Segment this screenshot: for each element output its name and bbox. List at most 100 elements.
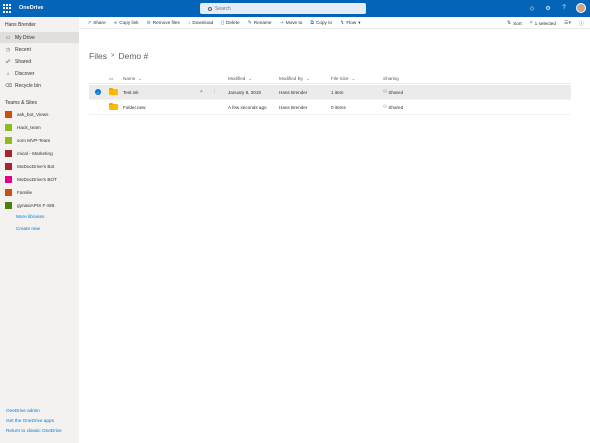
footer-link[interactable]: Get the OneDrive apps xyxy=(6,418,54,423)
search-input[interactable] xyxy=(215,5,335,12)
file-name-link[interactable]: Test.ink xyxy=(123,85,139,99)
site-item[interactable]: MoDocDrive's BOT xyxy=(5,175,57,183)
site-label: Hack_team xyxy=(17,124,41,130)
nav-item-label: Recent xyxy=(15,46,31,53)
footer-link[interactable]: OneDrive admin xyxy=(6,408,40,413)
row-divider xyxy=(89,114,571,115)
site-tile-icon xyxy=(5,162,12,170)
app-launcher-icon[interactable] xyxy=(3,4,12,13)
selection-count-button[interactable]: × 1 selected xyxy=(530,20,556,26)
nav-item-recent[interactable]: ◷ Recent xyxy=(0,44,79,55)
more-actions-icon[interactable]: ⋮ xyxy=(212,85,217,99)
column-header-modified-by[interactable]: Modified By ⌄ xyxy=(279,74,310,83)
chevron-down-icon: ⌄ xyxy=(351,75,356,81)
search-box[interactable] xyxy=(200,3,366,14)
file-size: 1 item xyxy=(331,89,344,95)
suite-bar: OneDrive ◇ ⚙ ? xyxy=(0,0,590,17)
info-icon[interactable]: ⓘ xyxy=(579,20,584,27)
table-row[interactable]: ✓ Test.ink ↗ ⋮ January 8, 2019 Hans Bren… xyxy=(89,85,571,99)
share-button[interactable]: ↗ Share xyxy=(87,20,106,26)
move-to-button[interactable]: ⇢ Move to xyxy=(279,20,302,26)
modified-date: A few seconds ago xyxy=(228,104,267,110)
site-item[interactable]: MoDocDrive's Bot xyxy=(5,162,54,170)
sharing-status[interactable]: ⚇ Shared xyxy=(383,85,403,99)
column-header-modified[interactable]: Modified ⌄ xyxy=(228,74,252,83)
nav-item-label: My Drive xyxy=(15,34,35,41)
file-type-header-icon[interactable]: ▭ xyxy=(109,74,113,83)
link-icon: ∞ xyxy=(113,19,118,26)
left-nav: Hans Brender ▭ My Drive ◷ Recent ☍ Share… xyxy=(0,17,79,443)
lightbulb-icon: ☼ xyxy=(5,70,11,77)
nav-user-name: Hans Brender xyxy=(5,22,36,28)
view-options-icon[interactable]: ☰▾ xyxy=(564,20,571,26)
column-header-name[interactable]: Name ⌄ xyxy=(123,74,142,83)
copy-to-button[interactable]: ⧉ Copy to xyxy=(310,20,332,26)
table-row[interactable]: Folder.new A few seconds ago Hans Brende… xyxy=(89,100,571,114)
nav-item-my-drive[interactable]: ▭ My Drive xyxy=(0,32,79,43)
nav-item-discover[interactable]: ☼ Discover xyxy=(0,68,79,79)
site-label: som MVP-Team xyxy=(17,137,51,143)
copy-link-button[interactable]: ∞ Copy link xyxy=(114,20,139,26)
sites-section-title: Teams & Sites xyxy=(5,100,37,106)
site-item[interactable]: ask_bot_Views xyxy=(5,110,48,118)
rename-button[interactable]: ✎ Rename xyxy=(248,20,272,26)
delete-icon: ▯ xyxy=(221,19,224,26)
move-icon: ⇢ xyxy=(279,19,284,26)
site-item[interactable]: Hack_team xyxy=(5,123,41,131)
site-item[interactable]: som MVP-Team xyxy=(5,136,50,144)
remove-files-button[interactable]: ⊖ Remove files xyxy=(147,20,180,26)
breadcrumb: Files > Demo # xyxy=(89,51,148,61)
column-header-file-size[interactable]: File Size ⌄ xyxy=(331,74,355,83)
app-name[interactable]: OneDrive xyxy=(19,5,43,11)
create-new-link[interactable]: Create new xyxy=(16,226,40,231)
breadcrumb-root[interactable]: Files xyxy=(89,51,107,61)
file-name-link[interactable]: Folder.new xyxy=(123,100,145,114)
site-label: mical - Marketing xyxy=(17,150,53,156)
site-item[interactable]: gynasiAPIS F-SIB xyxy=(5,201,55,209)
sharing-status[interactable]: ⚇ Shared xyxy=(383,100,403,114)
download-icon: ↓ xyxy=(187,19,191,26)
command-bar: ↗ Share ∞ Copy link ⊖ Remove files ↓ Downloa… xyxy=(79,17,590,29)
breadcrumb-separator: > xyxy=(110,53,115,59)
row-checkbox[interactable]: ✓ xyxy=(95,85,101,99)
modified-by: Hans Brender xyxy=(279,89,308,95)
premium-icon[interactable]: ◇ xyxy=(528,3,536,13)
sharing-label: Shared xyxy=(388,104,404,110)
more-sites-link[interactable]: More libraries xyxy=(16,214,44,219)
download-label: Download xyxy=(192,20,214,25)
column-header-sharing[interactable]: Sharing xyxy=(383,74,399,83)
download-button[interactable]: ↓ Download xyxy=(188,20,213,26)
nav-item-label: Recycle bin xyxy=(15,82,41,89)
header-divider xyxy=(89,83,571,84)
checkmark-icon: ✓ xyxy=(95,89,101,95)
delete-button[interactable]: ▯ Delete xyxy=(221,20,239,26)
site-tile-icon xyxy=(5,136,12,144)
flow-button[interactable]: ↯ Flow ▾ xyxy=(340,20,360,26)
column-header-label: Name xyxy=(123,76,136,81)
sort-button[interactable]: ⇅ Sort xyxy=(507,20,522,26)
people-icon: ⚇ xyxy=(383,104,388,109)
modified-date: January 8, 2019 xyxy=(228,89,261,95)
nav-item-recycle-bin[interactable]: ⌫ Recycle bin xyxy=(0,80,79,91)
folder-icon xyxy=(109,100,118,114)
suite-actions: ◇ ⚙ ? xyxy=(528,3,586,13)
sort-icon: ⇅ xyxy=(506,20,512,26)
breadcrumb-current: Demo # xyxy=(118,51,149,61)
footer-link[interactable]: Return to classic OneDrive xyxy=(6,428,62,433)
site-label: ask_bot_Views xyxy=(17,111,49,117)
share-icon[interactable]: ↗ xyxy=(199,85,203,99)
site-item[interactable]: mical - Marketing xyxy=(5,149,53,157)
site-item[interactable]: Familie xyxy=(5,188,32,196)
rename-icon: ✎ xyxy=(247,19,252,26)
copy-to-label: Copy to xyxy=(315,20,333,25)
nav-item-shared[interactable]: ☍ Shared xyxy=(0,56,79,67)
help-icon[interactable]: ? xyxy=(560,3,568,13)
site-label: MoDocDrive's Bot xyxy=(17,163,55,169)
chevron-down-icon: ⌄ xyxy=(138,75,143,81)
site-label: MoDocDrive's BOT xyxy=(17,176,57,182)
search-icon xyxy=(208,6,212,11)
delete-label: Delete xyxy=(226,20,240,25)
avatar[interactable] xyxy=(576,3,586,13)
settings-icon[interactable]: ⚙ xyxy=(544,3,552,13)
column-header-label: File Size xyxy=(331,76,349,81)
